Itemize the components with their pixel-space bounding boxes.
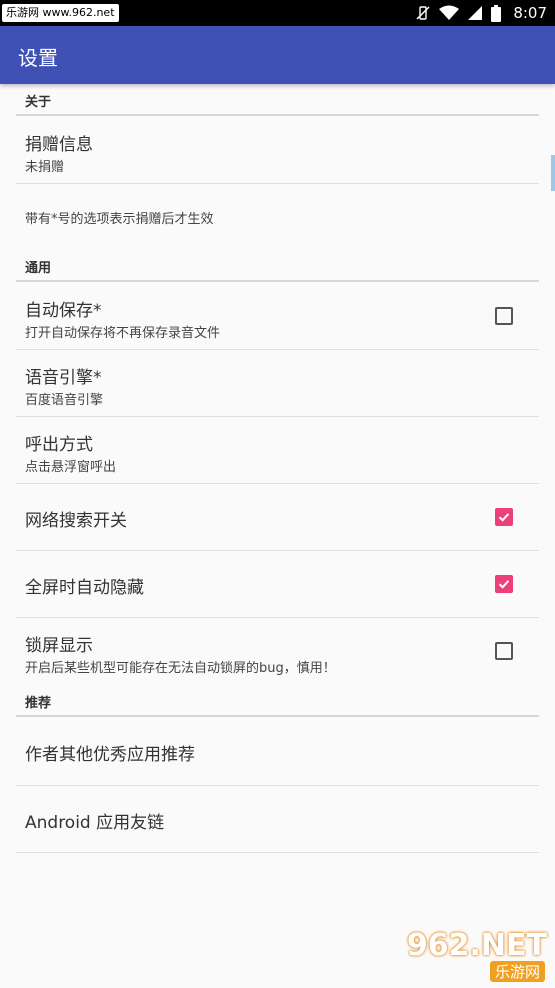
pref-summary: 百度语音引擎	[25, 393, 104, 408]
pref-auto-save[interactable]: 自动保存* 打开自动保存将不再保存录音文件	[16, 282, 539, 350]
watermark-badge: 乐游网 www.962.net	[2, 4, 119, 22]
pref-summary: 开启后某些机型可能存在无法自动锁屏的bug，慎用！	[25, 661, 336, 676]
app-bar: 设置	[0, 26, 555, 84]
status-icons: 8:07	[415, 0, 547, 26]
pref-author-apps[interactable]: 作者其他优秀应用推荐	[16, 717, 539, 786]
pref-title: 自动保存*	[25, 301, 102, 321]
category-recommend: 推荐	[16, 685, 539, 717]
pref-lockscreen-show[interactable]: 锁屏显示 开启后某些机型可能存在无法自动锁屏的bug，慎用！	[16, 618, 539, 685]
pref-title: 呼出方式	[25, 435, 93, 455]
pref-title: 作者其他优秀应用推荐	[25, 745, 195, 765]
watermark-logo-number: 962.NET	[406, 928, 547, 963]
pref-web-search[interactable]: 网络搜索开关	[16, 484, 539, 551]
pref-fullscreen-hide[interactable]: 全屏时自动隐藏	[16, 551, 539, 618]
pref-summary: 点击悬浮窗呼出	[25, 460, 117, 475]
donate-note: 带有*号的选项表示捐赠后才生效	[16, 184, 555, 250]
pref-invoke-mode[interactable]: 呼出方式 点击悬浮窗呼出	[16, 417, 539, 484]
wifi-icon	[439, 5, 460, 20]
pref-title: 捐赠信息	[25, 135, 93, 155]
pref-summary: 打开自动保存将不再保存录音文件	[25, 326, 221, 341]
pref-title: 全屏时自动隐藏	[25, 578, 144, 598]
battery-icon	[491, 4, 502, 22]
settings-list: 关于 捐赠信息 未捐赠 带有*号的选项表示捐赠后才生效 通用 自动保存* 打开自…	[0, 84, 555, 853]
vibrate-off-icon	[416, 6, 430, 20]
fullscreen-hide-checkbox[interactable]	[495, 575, 513, 593]
category-label: 关于	[25, 95, 52, 110]
category-about: 关于	[16, 84, 539, 116]
category-label: 推荐	[25, 696, 52, 711]
pref-summary: 未捐赠	[25, 160, 65, 175]
checkmark-icon	[498, 580, 510, 589]
web-search-checkbox[interactable]	[495, 508, 513, 526]
category-general: 通用	[16, 250, 539, 282]
watermark-logo: 962.NET 乐游网	[407, 928, 549, 984]
pref-title: 锁屏显示	[25, 636, 93, 656]
pref-android-links[interactable]: Android 应用友链	[16, 786, 539, 853]
donate-note-text: 带有*号的选项表示捐赠后才生效	[25, 212, 214, 227]
auto-save-checkbox[interactable]	[495, 307, 513, 325]
status-time: 8:07	[513, 4, 547, 22]
category-label: 通用	[25, 261, 52, 276]
pref-title: Android 应用友链	[25, 813, 165, 833]
page-title: 设置	[18, 46, 58, 70]
checkmark-icon	[498, 513, 510, 522]
cell-signal-icon	[468, 6, 483, 20]
pref-tts-engine[interactable]: 语音引擎* 百度语音引擎	[16, 350, 539, 417]
status-bar: 乐游网 www.962.net 8:07	[0, 0, 555, 26]
lockscreen-show-checkbox[interactable]	[495, 642, 513, 660]
pref-title: 网络搜索开关	[25, 511, 127, 531]
pref-title: 语音引擎*	[25, 368, 102, 388]
watermark-logo-text: 乐游网	[489, 961, 545, 982]
pref-donate-info[interactable]: 捐赠信息 未捐赠	[16, 116, 539, 184]
